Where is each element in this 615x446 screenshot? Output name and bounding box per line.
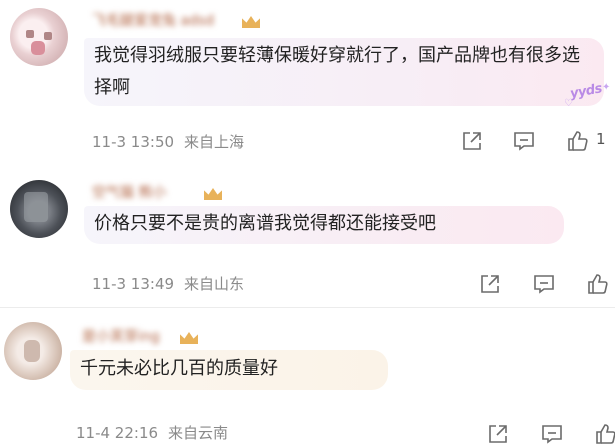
avatar[interactable] (4, 322, 62, 380)
share-icon[interactable] (478, 272, 502, 296)
crown-badge-icon (204, 184, 224, 202)
comment-location: 来自上海 (184, 133, 245, 151)
comment-text: 千元未必比几百的质量好 (70, 350, 388, 390)
comment-text: 价格只要不是贵的离谱我觉得都还能接受吧 (84, 206, 564, 244)
share-icon[interactable] (460, 129, 484, 153)
thumbs-up-icon[interactable] (566, 129, 590, 153)
crown-badge-icon (242, 12, 262, 30)
comment-item: 是小芙芽ing 千元未必比几百的质量好 11-4 22:16 来自云南 (0, 308, 615, 446)
comment-time: 11-3 13:50 (92, 133, 175, 151)
like-count: 1 (596, 130, 606, 148)
sparkle-icon: ✦ (602, 82, 611, 93)
username[interactable]: 是小芙芽ing (82, 326, 160, 346)
comment-item: 空气猫 熊小 价格只要不是贵的离谱我觉得都还能接受吧 11-3 13:49 来自山… (0, 166, 615, 308)
crown-badge-icon (180, 328, 200, 346)
comment-icon[interactable] (540, 422, 564, 446)
comment-meta: 11-4 22:16 来自云南 (76, 422, 228, 443)
avatar[interactable] (10, 8, 68, 66)
comment-location: 来自云南 (168, 424, 229, 442)
share-icon[interactable] (486, 422, 510, 446)
avatar[interactable] (10, 180, 68, 238)
comment-time: 11-4 22:16 (76, 424, 159, 442)
comment-meta: 11-3 13:49 来自山东 (92, 273, 244, 294)
comment-location: 来自山东 (184, 275, 245, 293)
comment-item: 飞毛腿爱宠兔 adsd 我觉得羽绒服只要轻薄保暖好穿就行了，国产品牌也有很多选择… (0, 0, 615, 166)
comment-icon[interactable] (512, 129, 536, 153)
thumbs-up-icon[interactable] (586, 272, 610, 296)
comment-meta: 11-3 13:50 来自上海 (92, 131, 244, 152)
comment-text: 我觉得羽绒服只要轻薄保暖好穿就行了，国产品牌也有很多选择啊 (84, 38, 604, 106)
comment-icon[interactable] (532, 272, 556, 296)
username[interactable]: 飞毛腿爱宠兔 adsd (92, 10, 214, 30)
username[interactable]: 空气猫 熊小 (92, 182, 166, 202)
comment-time: 11-3 13:49 (92, 275, 175, 293)
sparkle-icon: ♡ (564, 98, 573, 109)
thumbs-up-icon[interactable] (594, 422, 615, 446)
